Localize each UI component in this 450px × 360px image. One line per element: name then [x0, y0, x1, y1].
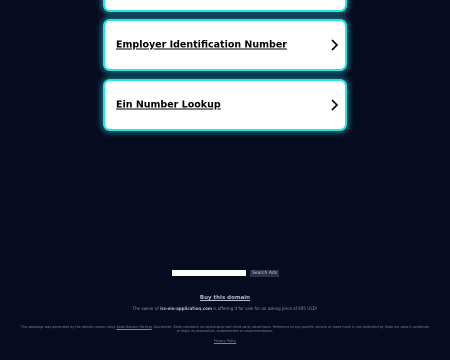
domain-sale-notice: The owner of irs-ein-application.com is … — [0, 306, 450, 311]
search-ads-button[interactable]: Search Ads — [250, 270, 279, 277]
domain-name: irs-ein-application.com — [160, 306, 212, 311]
ad-link-ein-number-lookup[interactable]: Ein Number Lookup — [103, 79, 347, 131]
ad-link-label: Ein Number Lookup — [116, 99, 221, 111]
sedo-parking-link[interactable]: Sedo Domain Parking — [116, 325, 151, 329]
ad-link-employer-identification-number[interactable]: Employer Identification Number — [103, 19, 347, 71]
ad-link-top[interactable] — [103, 0, 347, 12]
search-input[interactable] — [172, 270, 246, 276]
disclaimer-prefix: This webpage was generated by the domain… — [20, 325, 117, 329]
chevron-right-icon — [331, 39, 339, 51]
buy-domain-link[interactable]: Buy this domain — [0, 295, 450, 301]
chevron-right-icon — [331, 99, 339, 111]
disclaimer-suffix: . Disclaimer: Sedo maintains no relation… — [151, 325, 430, 334]
privacy-policy-link[interactable]: Privacy Policy — [0, 339, 450, 343]
ad-link-label: Employer Identification Number — [116, 39, 287, 51]
disclaimer-text: This webpage was generated by the domain… — [20, 325, 430, 333]
owner-prefix: The owner of — [132, 306, 161, 311]
owner-suffix: is offering it for sale for an asking pr… — [212, 306, 318, 311]
